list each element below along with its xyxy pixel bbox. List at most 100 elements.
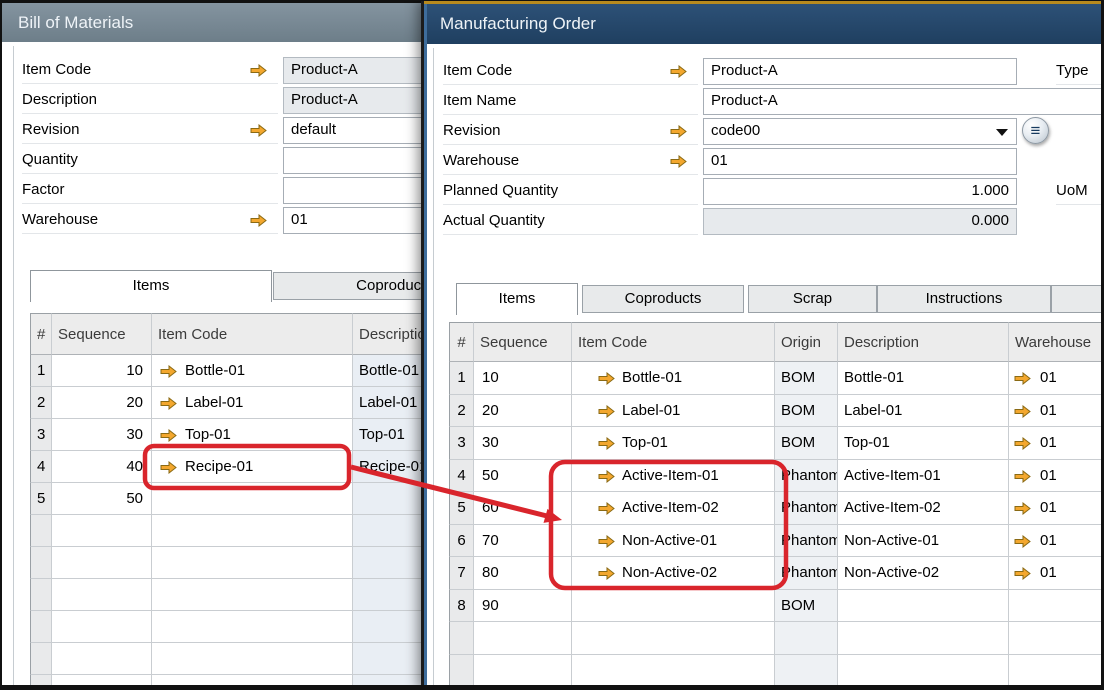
bom-cell-description-row-2[interactable]: Label-01 (353, 387, 424, 419)
mo-cell-item-code-row-2[interactable]: Label-01 (572, 395, 775, 428)
mo-cell-description-row-1[interactable]: Bottle-01 (838, 362, 1009, 395)
mo-tab-scrap[interactable]: Scrap (748, 285, 877, 313)
mo-warehouse-link-arrow-icon[interactable] (670, 155, 687, 168)
bom-titlebar[interactable]: Bill of Materials (2, 3, 424, 42)
mo-cell-sequence-row-5[interactable]: 60 (474, 492, 572, 525)
mo-cell-sequence-row-8[interactable]: 90 (474, 590, 572, 623)
bom-cell-item-code-row-3[interactable]: Top-01 (152, 419, 353, 451)
mo-cell-description-row-4[interactable]: Active-Item-01 (838, 460, 1009, 493)
mo-cell-description-row-8[interactable] (838, 590, 1009, 623)
mo-cell-item-code-row-3[interactable]: Top-01 (572, 427, 775, 460)
bom-item-code-link-arrow-icon[interactable] (250, 64, 267, 77)
bom-cell-sequence-row-3[interactable]: 30 (52, 419, 152, 451)
bom-cell-description-row-4[interactable]: Recipe-01 (353, 451, 424, 483)
mo-row-4-warehouse-link-arrow-icon[interactable] (1014, 470, 1031, 483)
mo-row-7-item-code-link-arrow-icon[interactable] (598, 567, 615, 580)
bom-cell-item-code-row-5[interactable] (152, 483, 353, 515)
mo-cell-sequence-row-6[interactable]: 70 (474, 525, 572, 558)
mo-tab-coproducts[interactable]: Coproducts (582, 285, 744, 313)
bom-cell-item-code-row-4[interactable]: Recipe-01 (152, 451, 353, 483)
mo-cell-origin-row-3[interactable]: BOM (775, 427, 838, 460)
bom-field-quantity[interactable] (283, 147, 424, 174)
bom-warehouse-link-arrow-icon[interactable] (250, 214, 267, 227)
mo-cell-sequence-row-2[interactable]: 20 (474, 395, 572, 428)
bom-cell-sequence-row-5[interactable]: 50 (52, 483, 152, 515)
mo-revision-link-arrow-icon[interactable] (670, 125, 687, 138)
mo-field-planned-quantity[interactable]: 1.000 (703, 178, 1017, 205)
mo-field-warehouse[interactable]: 01 (703, 148, 1017, 175)
bom-cell-description-row-1[interactable]: Bottle-01 (353, 355, 424, 387)
mo-row-1-warehouse-link-arrow-icon[interactable] (1014, 372, 1031, 385)
bom-cell-item-code-row-1[interactable]: Bottle-01 (152, 355, 353, 387)
bom-tab-items[interactable]: Items (30, 270, 272, 302)
mo-cell-description-row-5[interactable]: Active-Item-02 (838, 492, 1009, 525)
mo-row-3-warehouse-link-arrow-icon[interactable] (1014, 437, 1031, 450)
bom-row-3-item-code-link-arrow-icon[interactable] (160, 429, 177, 442)
mo-row-7-warehouse-link-arrow-icon[interactable] (1014, 567, 1031, 580)
mo-revision-dropdown-icon[interactable] (996, 129, 1008, 136)
mo-row-5-item-code-link-arrow-icon[interactable] (598, 502, 615, 515)
mo-cell-origin-row-1[interactable]: BOM (775, 362, 838, 395)
mo-field-item-code[interactable]: Product-A (703, 58, 1017, 85)
bom-revision-link-arrow-icon[interactable] (250, 124, 267, 137)
mo-row-4-item-code-link-arrow-icon[interactable] (598, 470, 615, 483)
mo-form-settings-button[interactable]: ≡ (1022, 117, 1049, 144)
mo-tab-instructions[interactable]: Instructions (877, 285, 1051, 313)
mo-cell-warehouse-row-8[interactable] (1009, 590, 1103, 623)
bom-field-description[interactable]: Product-A (283, 87, 424, 114)
mo-cell-description-row-2[interactable]: Label-01 (838, 395, 1009, 428)
mo-cell-origin-row-6[interactable]: Phantom (775, 525, 838, 558)
mo-cell-description-row-6[interactable]: Non-Active-01 (838, 525, 1009, 558)
mo-row-2-item-code-link-arrow-icon[interactable] (598, 405, 615, 418)
mo-row-6-item-code-link-arrow-icon[interactable] (598, 535, 615, 548)
bom-row-4-item-code-link-arrow-icon[interactable] (160, 461, 177, 474)
mo-cell-origin-row-4[interactable]: Phantom (775, 460, 838, 493)
bom-cell-sequence-row-1[interactable]: 10 (52, 355, 152, 387)
mo-cell-sequence-row-1[interactable]: 10 (474, 362, 572, 395)
mo-cell-origin-row-2[interactable]: BOM (775, 395, 838, 428)
bom-field-revision[interactable]: default (283, 117, 424, 144)
mo-row-6-warehouse-link-arrow-icon[interactable] (1014, 535, 1031, 548)
mo-tab-items[interactable]: Items (456, 283, 578, 315)
mo-cell-item-code-row-5[interactable]: Active-Item-02 (572, 492, 775, 525)
mo-cell-origin-row-5[interactable]: Phantom (775, 492, 838, 525)
mo-cell-description-row-7[interactable]: Non-Active-02 (838, 557, 1009, 590)
mo-cell-item-code-row-1[interactable]: Bottle-01 (572, 362, 775, 395)
mo-cell-origin-row-8[interactable]: BOM (775, 590, 838, 623)
mo-cell-origin-row-7[interactable]: Phantom (775, 557, 838, 590)
mo-field-actual-quantity[interactable]: 0.000 (703, 208, 1017, 235)
mo-cell-warehouse-row-5[interactable]: 01 (1009, 492, 1103, 525)
bom-cell-item-code-row-2[interactable]: Label-01 (152, 387, 353, 419)
mo-cell-description-row-3[interactable]: Top-01 (838, 427, 1009, 460)
mo-cell-warehouse-row-1[interactable]: 01 (1009, 362, 1103, 395)
bom-field-warehouse[interactable]: 01 (283, 207, 424, 234)
bom-row-1-item-code-link-arrow-icon[interactable] (160, 365, 177, 378)
mo-row-5-warehouse-link-arrow-icon[interactable] (1014, 502, 1031, 515)
bom-cell-description-row-3[interactable]: Top-01 (353, 419, 424, 451)
mo-row-2-warehouse-link-arrow-icon[interactable] (1014, 405, 1031, 418)
mo-field-revision[interactable]: code00 (703, 118, 1017, 145)
mo-cell-warehouse-row-3[interactable]: 01 (1009, 427, 1103, 460)
bom-cell-sequence-row-2[interactable]: 20 (52, 387, 152, 419)
mo-cell-sequence-row-3[interactable]: 30 (474, 427, 572, 460)
bom-tab-coproducts[interactable]: Coproducts (273, 272, 424, 300)
mo-cell-warehouse-row-4[interactable]: 01 (1009, 460, 1103, 493)
bom-cell-description-row-5[interactable] (353, 483, 424, 515)
mo-row-3-item-code-link-arrow-icon[interactable] (598, 437, 615, 450)
mo-field-item-name[interactable]: Product-A (703, 88, 1102, 115)
mo-titlebar[interactable]: Manufacturing Order (424, 4, 1104, 44)
mo-cell-warehouse-row-2[interactable]: 01 (1009, 395, 1103, 428)
mo-row-1-item-code-link-arrow-icon[interactable] (598, 372, 615, 385)
mo-cell-item-code-row-8[interactable] (572, 590, 775, 623)
mo-tab-w[interactable]: W (1051, 285, 1104, 313)
mo-cell-item-code-row-7[interactable]: Non-Active-02 (572, 557, 775, 590)
mo-cell-sequence-row-7[interactable]: 80 (474, 557, 572, 590)
bom-field-factor[interactable] (283, 177, 424, 204)
mo-cell-warehouse-row-7[interactable]: 01 (1009, 557, 1103, 590)
bom-row-2-item-code-link-arrow-icon[interactable] (160, 397, 177, 410)
mo-cell-item-code-row-4[interactable]: Active-Item-01 (572, 460, 775, 493)
bom-field-item-code[interactable]: Product-A (283, 57, 424, 84)
mo-cell-warehouse-row-6[interactable]: 01 (1009, 525, 1103, 558)
mo-cell-item-code-row-6[interactable]: Non-Active-01 (572, 525, 775, 558)
bom-cell-sequence-row-4[interactable]: 40 (52, 451, 152, 483)
